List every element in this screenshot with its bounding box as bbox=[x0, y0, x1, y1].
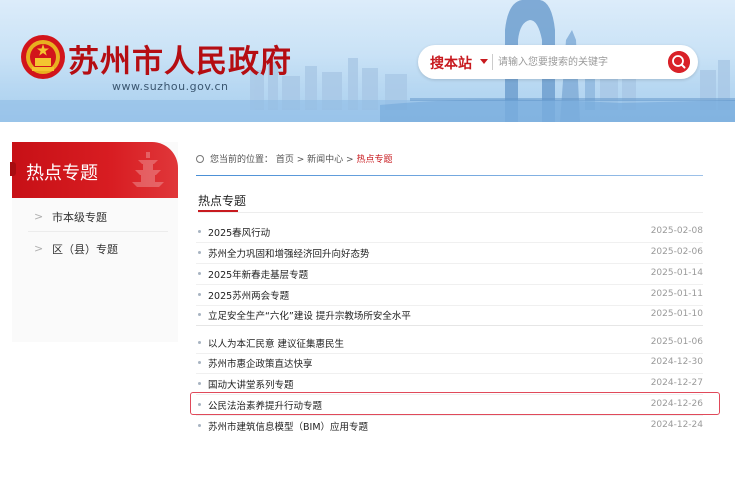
section-divider bbox=[198, 212, 703, 213]
news-item[interactable]: 苏州市惠企政策直达快享 2024-12-30 bbox=[196, 353, 703, 372]
news-item[interactable]: 以人为本汇民意 建议征集惠民生 2025-01-06 bbox=[196, 333, 703, 352]
sidebar-item-label: 市本级专题 bbox=[52, 211, 107, 224]
news-item-date: 2025-02-08 bbox=[650, 226, 703, 236]
news-item[interactable]: 苏州市建筑信息模型（BIM）应用专题 2024-12-24 bbox=[196, 416, 703, 435]
bullet-icon bbox=[198, 293, 201, 296]
bullet-icon bbox=[198, 313, 201, 316]
sidebar-item-label: 区（县）专题 bbox=[52, 243, 118, 256]
sidebar-title: 热点专题 bbox=[26, 163, 98, 184]
search-scope-dropdown[interactable]: 搜本站 bbox=[430, 53, 472, 73]
news-item[interactable]: 苏州全力巩固和增强经济回升向好态势 2025-02-06 bbox=[196, 243, 703, 262]
news-item-date: 2025-01-11 bbox=[650, 289, 703, 299]
news-item-title[interactable]: 苏州市惠企政策直达快享 bbox=[208, 356, 313, 370]
news-item-title[interactable]: 2025苏州两会专题 bbox=[208, 288, 289, 302]
news-item-date: 2025-01-06 bbox=[650, 337, 703, 347]
sidebar-header: 热点专题 bbox=[12, 142, 178, 198]
section-title: 热点专题 bbox=[198, 194, 247, 208]
breadcrumb-separator: > bbox=[343, 155, 357, 165]
news-item[interactable]: 国动大讲堂系列专题 2024-12-27 bbox=[196, 374, 703, 393]
sidebar-item-district-level[interactable]: > 区（县）专题 bbox=[12, 232, 178, 264]
search-icon[interactable] bbox=[668, 51, 690, 73]
header-banner: 苏州市人民政府 www.suzhou.gov.cn 搜本站 bbox=[0, 0, 735, 122]
news-item-title[interactable]: 国动大讲堂系列专题 bbox=[208, 377, 294, 391]
breadcrumb-prefix: 您当前的位置： bbox=[210, 155, 274, 165]
sidebar-header-marker bbox=[10, 162, 16, 176]
news-item-title[interactable]: 2025春风行动 bbox=[208, 225, 270, 239]
bullet-icon bbox=[198, 382, 201, 385]
bullet-icon bbox=[198, 424, 201, 427]
news-item-date: 2025-02-06 bbox=[650, 247, 703, 257]
news-item-date: 2024-12-30 bbox=[650, 357, 703, 367]
news-item-title[interactable]: 苏州全力巩固和增强经济回升向好态势 bbox=[208, 246, 370, 260]
bullet-icon bbox=[198, 341, 201, 344]
news-item-title[interactable]: 2025年新春走基层专题 bbox=[208, 267, 308, 281]
news-item-date: 2025-01-10 bbox=[650, 309, 703, 319]
search-box: 搜本站 bbox=[418, 45, 698, 79]
news-item[interactable]: 2025年新春走基层专题 2025-01-14 bbox=[196, 264, 703, 283]
news-item-title[interactable]: 立足安全生产“六化”建设 提升宗教场所安全水平 bbox=[208, 308, 411, 322]
bullet-icon bbox=[198, 361, 201, 364]
news-item-date: 2025-01-14 bbox=[650, 268, 703, 278]
news-group-divider bbox=[196, 325, 703, 326]
news-item-title[interactable]: 苏州市建筑信息模型（BIM）应用专题 bbox=[208, 419, 368, 433]
breadcrumb-news-center-link[interactable]: 新闻中心 bbox=[307, 155, 343, 165]
news-item-date: 2024-12-24 bbox=[650, 420, 703, 430]
breadcrumb-separator: > bbox=[293, 155, 308, 165]
section-title-underline bbox=[198, 210, 238, 212]
bullet-icon bbox=[198, 272, 201, 275]
breadcrumb-home-link[interactable]: 首页 bbox=[276, 155, 294, 165]
sidebar-item-city-level[interactable]: > 市本级专题 bbox=[12, 200, 178, 232]
caret-down-icon[interactable] bbox=[480, 59, 488, 64]
site-title[interactable]: 苏州市人民政府 bbox=[68, 36, 292, 81]
site-url: www.suzhou.gov.cn bbox=[112, 80, 229, 93]
chevron-right-icon: > bbox=[34, 242, 44, 255]
bullet-icon bbox=[198, 251, 201, 254]
news-item-title[interactable]: 以人为本汇民意 建议征集惠民生 bbox=[208, 336, 344, 350]
chevron-right-icon: > bbox=[34, 210, 44, 223]
news-item[interactable]: 2025苏州两会专题 2025-01-11 bbox=[196, 285, 703, 304]
breadcrumb: 您当前的位置： 首页 > 新闻中心 > 热点专题 bbox=[196, 152, 392, 165]
news-item-date: 2024-12-27 bbox=[650, 378, 703, 388]
search-input[interactable] bbox=[498, 52, 658, 72]
search-divider bbox=[492, 54, 493, 70]
news-item[interactable]: 2025春风行动 2025-02-08 bbox=[196, 222, 703, 241]
pagoda-decoration-icon bbox=[132, 152, 164, 187]
national-emblem-icon bbox=[21, 35, 65, 79]
bullet-icon bbox=[198, 230, 201, 233]
breadcrumb-divider-accent bbox=[196, 175, 703, 176]
news-item[interactable]: 立足安全生产“六化”建设 提升宗教场所安全水平 2025-01-10 bbox=[196, 305, 703, 324]
highlighted-row-outline bbox=[190, 392, 720, 415]
location-pin-icon bbox=[196, 155, 204, 163]
breadcrumb-current[interactable]: 热点专题 bbox=[356, 155, 392, 165]
